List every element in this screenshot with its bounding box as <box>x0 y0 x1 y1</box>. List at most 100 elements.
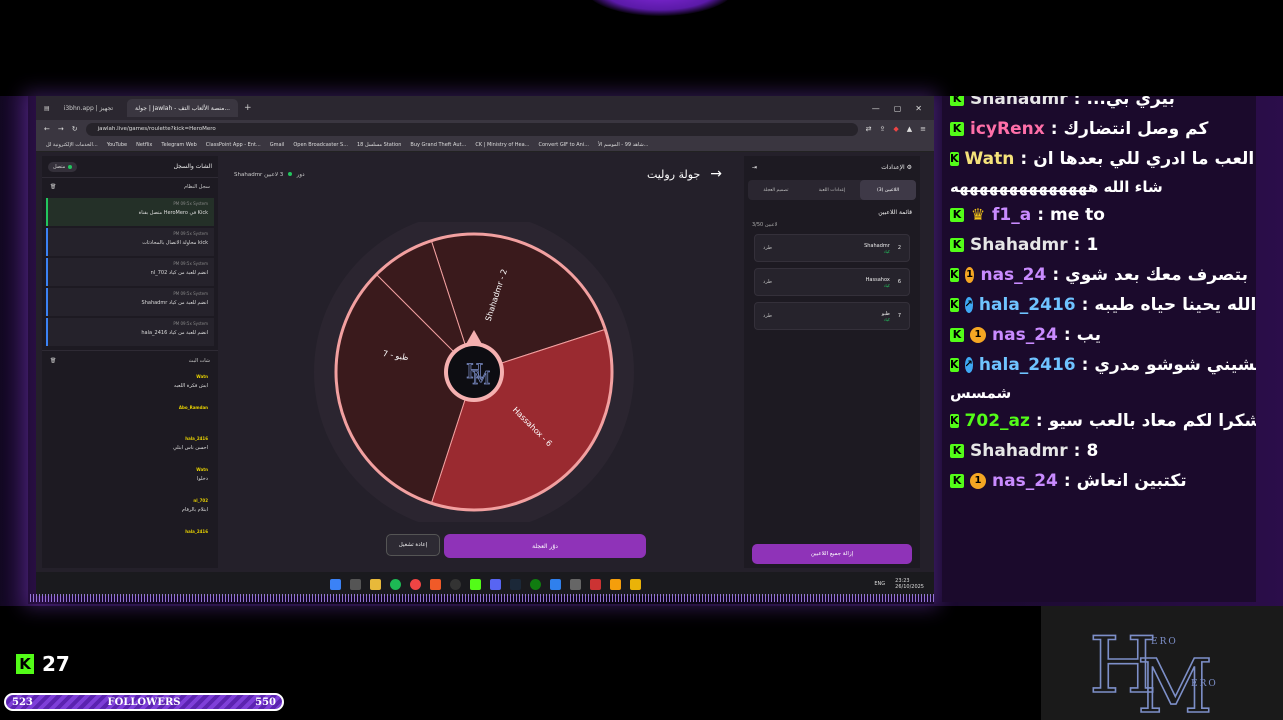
file-explorer-icon[interactable] <box>369 578 381 590</box>
log-message: hala_2416 انضم للعبة من كياد <box>141 330 208 336</box>
extension-icon[interactable]: ▲ <box>907 125 912 133</box>
bookmark-item[interactable]: YouTube <box>107 142 127 148</box>
language-indicator[interactable]: ENG <box>874 581 885 587</box>
player-card: طرد Hassahox كياد 6 <box>754 268 910 296</box>
bookmark-item[interactable]: شاهد 99 - الموسم الأ... <box>598 142 648 148</box>
kick-icon[interactable] <box>469 578 481 590</box>
chat-log-title: الشات والسجل <box>173 163 212 170</box>
shield-icon[interactable]: ◆ <box>893 125 898 133</box>
kick-player-button[interactable]: طرد <box>763 313 772 319</box>
logo-text-bottom: ERO <box>1191 679 1218 689</box>
bookmark-item[interactable]: CK | Ministry of Hea... <box>475 142 529 148</box>
maximize-icon[interactable]: ▢ <box>894 104 902 113</box>
tab-players[interactable]: اللاعبين (3) <box>860 180 916 200</box>
kick-badge-icon: K <box>950 152 959 166</box>
log-meta: PM 09:5x System <box>173 261 208 266</box>
chat-message-text: الله يحينا حياه طيبه <box>1094 295 1256 315</box>
chat-username: Shahadmr <box>970 441 1068 461</box>
bookmark-item[interactable]: Telegram Web <box>161 142 196 148</box>
chat-separator: : <box>1073 441 1081 461</box>
app-icon[interactable] <box>629 578 641 590</box>
reload-icon[interactable]: ↻ <box>72 125 78 133</box>
chat-username: Abo_Ramdan <box>178 405 208 410</box>
discord-icon[interactable] <box>489 578 501 590</box>
trash-icon[interactable]: 🗑 <box>50 184 56 190</box>
spotify-icon[interactable] <box>389 578 401 590</box>
bookmark-item[interactable]: Buy Grand Theft Aut... <box>410 142 466 148</box>
bookmark-item[interactable]: Convert GIF to Ani... <box>538 142 589 148</box>
stream-chat-line: K 1 nas_24: تكتبين انعاش <box>942 466 1256 496</box>
share-icon[interactable]: ⇪ <box>879 125 885 133</box>
minimize-icon[interactable]: — <box>872 104 880 113</box>
trash-icon[interactable]: 🗑 <box>50 358 56 364</box>
chat-username: Watn <box>196 467 208 472</box>
chat-username: hala_2416 <box>185 436 208 441</box>
clock[interactable]: 23:23 26/10/2025 <box>895 578 924 590</box>
sub-badge-icon: 1 <box>970 327 986 343</box>
tab-wheel-design[interactable]: تصميم العجلة <box>748 180 804 200</box>
kick-badge-icon: K <box>950 444 964 458</box>
log-meta: PM 09:5x System <box>173 321 208 326</box>
brave-icon[interactable] <box>429 578 441 590</box>
back-icon[interactable]: ← <box>44 125 50 133</box>
menu-icon[interactable]: ≡ <box>920 125 926 133</box>
spin-button[interactable]: دوّر العجلة <box>444 534 646 558</box>
jawlah-page: متصل الشات والسجل 🗑 سجل النظام PM 09:5x … <box>36 152 934 572</box>
app-icon[interactable] <box>569 578 581 590</box>
collapse-icon[interactable]: ⇥ <box>752 164 757 171</box>
bookmark-item[interactable]: Netflix <box>136 142 152 148</box>
back-arrow-icon[interactable]: → <box>710 166 722 182</box>
stream-chat-overlay: K Shahadmr: ...بيري بي KicyRenx: كم وصل انتض… <box>942 96 1256 602</box>
top-glow <box>585 0 735 16</box>
app-icon[interactable] <box>549 578 561 590</box>
forward-icon[interactable]: → <box>58 125 64 133</box>
bookmark-item[interactable]: الخدمات الإلكترونية لل... <box>46 142 98 148</box>
hm-monogram-icon: H M ERO ERO <box>1088 620 1218 720</box>
roulette-wheel[interactable]: Shahadmr - 2Hassahox - 6ظبو - 7HM <box>314 222 634 522</box>
bookmark-item[interactable]: مسلسل 18 Station <box>357 142 401 148</box>
kick-badge-icon: K <box>950 474 964 488</box>
vip-badge-icon: ↗ <box>964 357 973 373</box>
translate-icon[interactable]: ⇄ <box>866 125 872 133</box>
browser-tab-1[interactable]: i3bhn.app | تجهيز <box>56 99 121 117</box>
player-role: كياد <box>883 316 890 322</box>
chat-message: hala_2416 <box>42 525 218 556</box>
app-icon[interactable] <box>609 578 621 590</box>
bookmark-item[interactable]: ClassPoint App - Ent... <box>206 142 261 148</box>
kick-player-button[interactable]: طرد <box>763 245 772 251</box>
chrome-icon[interactable] <box>409 578 421 590</box>
app-icon[interactable] <box>589 578 601 590</box>
steam-icon[interactable] <box>509 578 521 590</box>
kick-badge-icon: K <box>950 358 959 372</box>
bookmark-item[interactable]: Open Broadcaster S... <box>293 142 348 148</box>
bookmark-item[interactable]: Gmail <box>270 142 285 148</box>
player-number: 2 <box>897 245 901 251</box>
player-role: كياد <box>883 282 890 288</box>
log-message: متصل بقناة HeroMero في Kick <box>138 210 208 216</box>
remove-all-players-button[interactable]: إزالة جميع اللاعبين <box>752 544 912 564</box>
kick-badge-icon: K <box>950 298 959 312</box>
stream-chat-line: K 1 nas_24: يب <box>942 320 1256 350</box>
reset-button[interactable]: إعادة تشغيل <box>386 534 440 556</box>
player-card: طرد Shahadmr كياد 2 <box>754 234 910 262</box>
xbox-icon[interactable] <box>529 578 541 590</box>
players-list: طرد Shahadmr كياد 2 طرد Hassahox كياد 6 طرد ظبو كي… <box>744 234 920 330</box>
log-meta: PM 09:5x System <box>173 231 208 236</box>
obs-icon[interactable] <box>449 578 461 590</box>
close-icon[interactable]: ✕ <box>915 104 922 113</box>
chat-username: Shahadmr <box>970 235 1068 255</box>
kick-player-button[interactable]: طرد <box>763 279 772 285</box>
chat-separator: : <box>1020 149 1028 169</box>
search-icon[interactable] <box>349 578 361 590</box>
windows-start-icon[interactable] <box>329 578 341 590</box>
kick-viewer-count: K 27 <box>16 652 70 676</box>
tab-game-settings[interactable]: إعدادات اللعبة <box>804 180 860 200</box>
chat-username: Watn <box>196 374 208 379</box>
new-tab-button[interactable]: + <box>244 103 252 113</box>
game-status: Shahadmr دور 3 لاعبين <box>234 172 305 178</box>
hub-logo-icon: M <box>472 368 490 389</box>
browser-tab-2[interactable]: جولة | Jawlah - منصة الألعاب التف... <box>127 99 239 117</box>
browser-menu-icon[interactable]: ▤ <box>44 105 50 112</box>
url-field[interactable]: jawlah.live/games/roulette?kick=HeroMero <box>85 122 858 136</box>
address-bar: ← → ↻ jawlah.live/games/roulette?kick=He… <box>36 120 934 138</box>
